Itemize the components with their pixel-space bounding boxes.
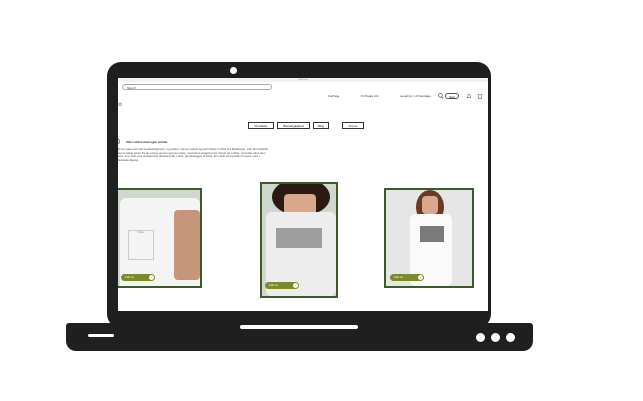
page-heading: Alle t-shirts med egen printer <box>126 140 168 144</box>
url-bar[interactable]: https:// <box>122 84 272 90</box>
buy-button-label: Køb nu <box>394 275 404 279</box>
product-card-1[interactable]: Share Køb nu › <box>118 188 202 288</box>
arm-image <box>174 210 200 280</box>
camera-dot <box>230 67 237 74</box>
buy-button-1[interactable]: Køb nu › <box>121 274 155 281</box>
arrow-right-icon: › <box>149 275 154 280</box>
search-button[interactable]: Søg <box>445 93 459 99</box>
nav-link-levering[interactable]: Levering: 1-3 hverdage <box>400 94 431 98</box>
tab-om-os[interactable]: Om os <box>342 122 364 129</box>
buy-button-label: Køb nu <box>269 283 279 287</box>
laptop-slot <box>88 334 114 337</box>
tab-baeredygtighed[interactable]: Bæredygtighed <box>277 122 310 129</box>
intro-paragraph: Er du ogsa ved med mediedesignsom, og øn… <box>118 147 268 162</box>
shirt-print: Share <box>128 230 154 260</box>
home-icon[interactable] <box>118 136 120 144</box>
nav-link-fragt[interactable]: Fri fragte info <box>361 94 379 98</box>
arrow-right-icon: › <box>293 283 298 288</box>
tab-produkter[interactable]: Produkter <box>248 122 274 129</box>
window-title: Web Page <box>118 78 488 82</box>
buy-button-label: Køb nu <box>125 275 135 279</box>
laptop-hinge-notch <box>240 325 358 329</box>
product-card-3[interactable]: Køb nu › <box>384 188 474 288</box>
nav-link-forfrage[interactable]: Forfrage <box>328 94 339 98</box>
search-icon[interactable] <box>438 93 444 99</box>
product-card-2[interactable]: Køb nu › <box>260 182 338 298</box>
cart-icon[interactable] <box>477 93 483 99</box>
laptop-led-dot <box>476 333 485 342</box>
browser-screen: Web Page https:// ✿ Forfrage Fri fragte … <box>118 78 488 311</box>
buy-button-2[interactable]: Køb nu › <box>265 282 299 289</box>
buy-button-3[interactable]: Køb nu › <box>390 274 424 281</box>
shirt-print <box>420 226 444 242</box>
shirt-print <box>276 228 322 248</box>
tab-blog[interactable]: Blog <box>313 122 329 129</box>
laptop-led-dot <box>506 333 515 342</box>
bell-icon[interactable] <box>466 93 472 99</box>
site-logo-icon[interactable]: ✿ <box>118 102 124 108</box>
laptop-led-dot <box>491 333 500 342</box>
arrow-right-icon: › <box>418 275 423 280</box>
face-image <box>422 196 438 214</box>
